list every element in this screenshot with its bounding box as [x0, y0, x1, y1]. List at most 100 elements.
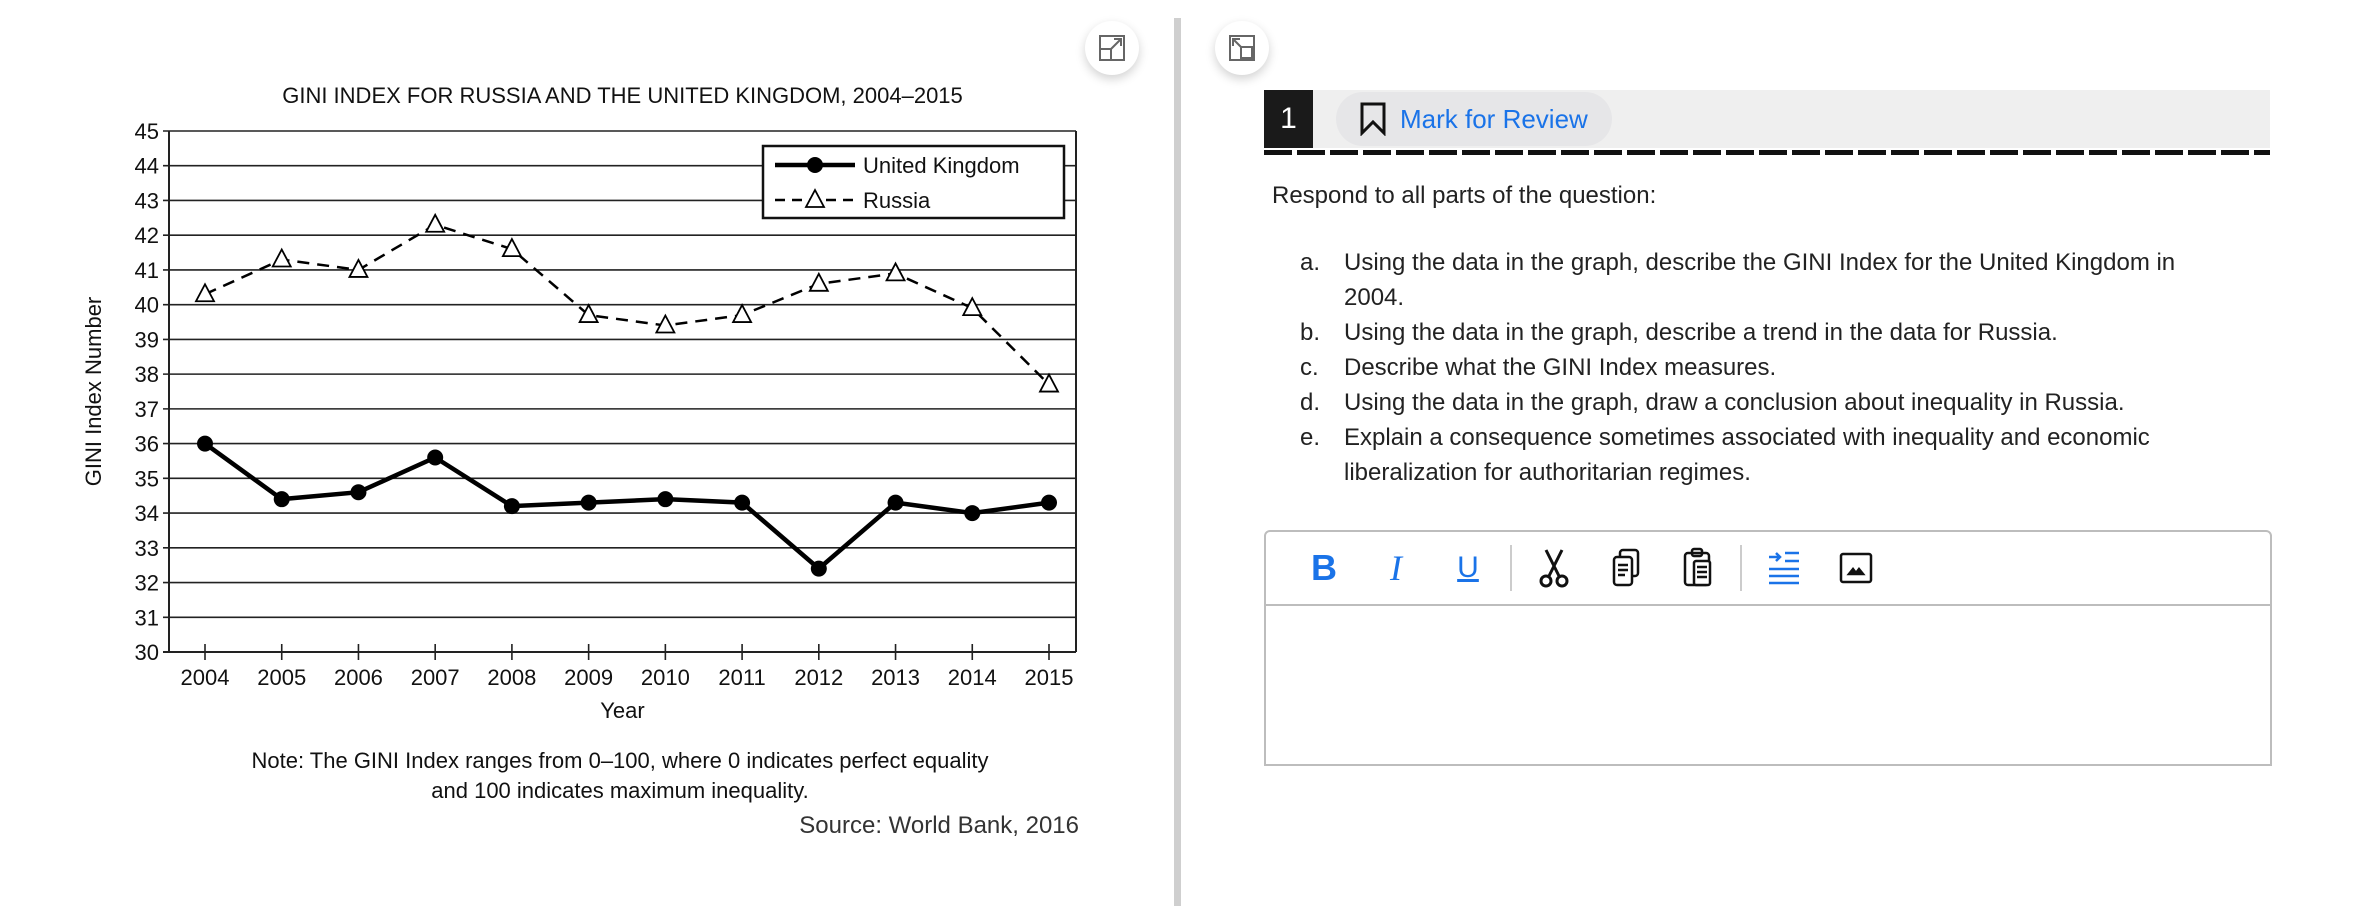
part-marker: b. — [1300, 319, 1321, 346]
data-point — [1041, 494, 1057, 511]
x-tick-label: 2009 — [564, 665, 613, 690]
editor-toolbar: B I U — [1266, 532, 2270, 606]
response-editor: B I U — [1264, 530, 2272, 766]
bold-icon: B — [1311, 547, 1337, 588]
italic-icon: I — [1390, 548, 1402, 588]
part-text: Using the data in the graph, describe a … — [1344, 319, 2058, 346]
question-part-e: e. Explain a consequence sometimes associ… — [1300, 420, 2260, 490]
expand-icon — [1099, 35, 1125, 61]
paste-icon — [1683, 547, 1712, 587]
question-part-b: b. Using the data in the graph, describe … — [1300, 315, 2260, 350]
underline-button[interactable]: U — [1432, 543, 1504, 593]
bookmark-icon — [1360, 102, 1386, 136]
question-header: 1 Mark for Review — [1264, 90, 2270, 148]
data-point — [271, 247, 293, 268]
x-tick-label: 2014 — [948, 665, 997, 690]
y-tick-label: 42 — [135, 223, 159, 248]
data-point — [580, 494, 597, 511]
chart-note: and 100 indicates maximum inequality. — [431, 778, 808, 803]
x-tick-label: 2010 — [641, 665, 690, 690]
copy-button[interactable] — [1590, 543, 1662, 593]
y-axis-label: GINI Index Number — [81, 297, 106, 487]
data-point — [503, 498, 520, 515]
cut-button[interactable] — [1518, 543, 1590, 593]
x-tick-label: 2007 — [411, 665, 460, 690]
data-point — [424, 212, 446, 233]
legend-marker-uk — [807, 157, 823, 173]
indent-icon — [1769, 551, 1799, 585]
data-point — [808, 271, 830, 292]
data-point — [887, 494, 904, 511]
part-marker: d. — [1300, 389, 1321, 416]
question-part-d: d. Using the data in the graph, draw a co… — [1300, 385, 2260, 420]
data-point — [197, 435, 213, 452]
y-tick-label: 40 — [135, 293, 159, 318]
question-part-c: c. Describe what the GINI Index measures. — [1300, 350, 2260, 385]
y-tick-label: 33 — [135, 536, 159, 561]
x-tick-label: 2012 — [794, 665, 843, 690]
indent-button[interactable] — [1748, 543, 1820, 593]
data-point — [273, 491, 290, 508]
underline-icon: U — [1457, 551, 1479, 584]
toolbar-separator — [1740, 545, 1742, 591]
y-tick-label: 45 — [135, 119, 159, 144]
question-prompt: Respond to all parts of the question: — [1272, 182, 1657, 209]
part-text: Explain a consequence sometimes associat… — [1344, 424, 2150, 486]
data-point — [964, 505, 981, 522]
part-text: Describe what the GINI Index measures. — [1344, 354, 1777, 381]
y-tick-label: 38 — [135, 362, 159, 387]
bold-button[interactable]: B — [1288, 543, 1360, 593]
header-divider — [1264, 150, 2270, 155]
y-tick-label: 32 — [135, 571, 159, 596]
x-tick-label: 2004 — [181, 665, 230, 690]
response-textarea[interactable] — [1266, 606, 2270, 762]
y-tick-label: 36 — [135, 432, 159, 457]
insert-image-button[interactable] — [1820, 543, 1892, 593]
x-tick-label: 2013 — [871, 665, 920, 690]
question-parts: a. Using the data in the graph, describe … — [1300, 245, 2260, 490]
y-tick-label: 31 — [135, 605, 159, 630]
data-point — [427, 449, 444, 466]
x-tick-label: 2005 — [257, 665, 306, 690]
data-point — [734, 494, 751, 511]
part-text: Using the data in the graph, draw a conc… — [1344, 389, 2125, 416]
part-marker: e. — [1300, 424, 1321, 451]
y-tick-label: 30 — [135, 640, 159, 665]
y-tick-label: 43 — [135, 188, 159, 213]
chart-source: Source: World Bank, 2016 — [799, 812, 1079, 839]
x-axis-label: Year — [600, 698, 644, 723]
expand-left-button[interactable] — [1085, 21, 1139, 75]
panel-divider[interactable] — [1174, 18, 1181, 906]
copy-icon — [1612, 548, 1640, 587]
toolbar-separator — [1510, 545, 1512, 591]
part-marker: c. — [1300, 354, 1319, 381]
mark-for-review-button[interactable]: Mark for Review — [1336, 92, 1612, 146]
y-tick-label: 34 — [135, 501, 159, 526]
y-tick-label: 37 — [135, 397, 159, 422]
italic-button[interactable]: I — [1360, 543, 1432, 593]
x-tick-label: 2015 — [1025, 665, 1074, 690]
expand-right-button[interactable] — [1215, 21, 1269, 75]
x-tick-label: 2011 — [718, 665, 765, 690]
chart-note: Note: The GINI Index ranges from 0–100, … — [252, 748, 989, 773]
paste-button[interactable] — [1662, 543, 1734, 593]
y-tick-label: 41 — [135, 258, 159, 283]
data-point — [731, 303, 753, 323]
data-point — [347, 258, 369, 278]
y-tick-label: 35 — [135, 466, 159, 491]
x-tick-label: 2006 — [334, 665, 383, 690]
data-point — [810, 560, 827, 577]
collapse-icon — [1229, 35, 1255, 61]
x-tick-label: 2008 — [487, 665, 536, 690]
question-part-a: a. Using the data in the graph, describe … — [1300, 245, 2260, 315]
chart-title: GINI INDEX FOR RUSSIA AND THE UNITED KIN… — [282, 83, 963, 108]
part-marker: a. — [1300, 249, 1321, 276]
y-tick-label: 39 — [135, 327, 159, 352]
data-point — [350, 484, 367, 501]
data-point — [578, 303, 600, 323]
question-number: 1 — [1264, 90, 1313, 148]
cut-icon — [1539, 549, 1569, 588]
data-point — [657, 491, 674, 508]
series-line-united-kingdom — [203, 441, 1050, 572]
part-text: Using the data in the graph, describe th… — [1344, 249, 2176, 311]
